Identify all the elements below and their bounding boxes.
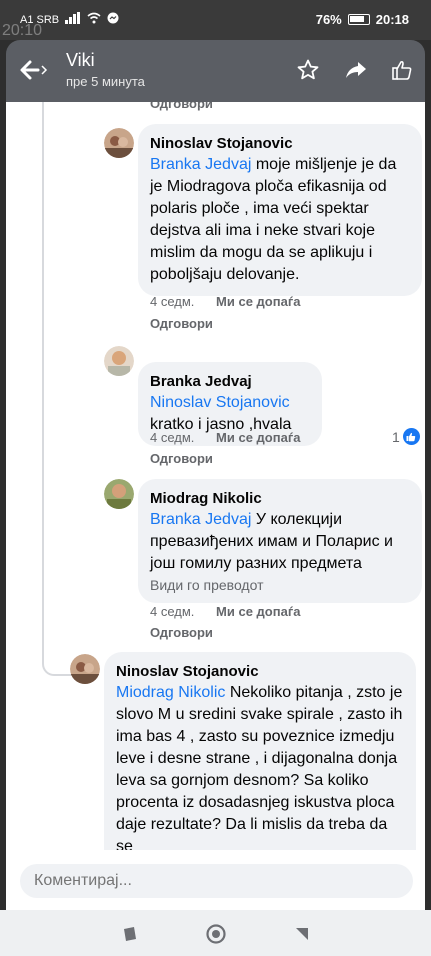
comment-bubble: Ninoslav Stojanovic Miodrag Nikolic Neko… (104, 652, 416, 850)
battery-percent: 76% (315, 12, 342, 27)
reply-link[interactable]: Одговори (150, 102, 213, 111)
back-icon[interactable] (288, 920, 316, 948)
app-frame: 20:10 A1 SRB 76% 20:18 Viki пре 5 минута (0, 0, 431, 956)
recent-apps-icon[interactable] (116, 920, 144, 948)
status-bar-left: A1 SRB (20, 12, 119, 27)
reply-link[interactable]: Одговори (150, 316, 213, 331)
avatar[interactable] (104, 128, 134, 158)
avatar[interactable] (104, 479, 134, 509)
mention-link[interactable]: Branka Jedvaj (150, 156, 251, 173)
comment-bubble: Ninoslav Stojanovic Branka Jedvaj moje m… (138, 124, 422, 296)
comment-time[interactable]: 4 седм. (150, 294, 194, 309)
like-link[interactable]: Ми се допаѓа (216, 430, 300, 445)
status-bar: 20:10 A1 SRB 76% 20:18 (0, 0, 431, 40)
thread-connector-line (42, 102, 44, 662)
wifi-icon (87, 12, 101, 27)
reply-link[interactable]: Одговори (150, 625, 213, 640)
battery-icon (347, 14, 370, 25)
app-header: Viki пре 5 минута (6, 40, 425, 102)
avatar[interactable] (104, 346, 134, 376)
mention-link[interactable]: Branka Jedvaj (150, 511, 251, 528)
messenger-notification-icon (107, 12, 119, 27)
comment-author[interactable]: Ninoslav Stojanovic (116, 662, 404, 682)
see-translation-link[interactable]: Види го преводот (150, 577, 410, 593)
signal-icon (65, 12, 81, 27)
comment-text: Nekoliko pitanja , zsto je slovo M u sre… (116, 684, 403, 850)
mention-link[interactable]: Ninoslav Stojanovic (150, 394, 290, 411)
like-link[interactable]: Ми се допаѓа (216, 294, 300, 309)
home-icon[interactable] (202, 920, 230, 948)
comment-bubble: Miodrag Nikolic Branka Jedvaj У колекциј… (138, 479, 422, 603)
comment-meta: 4 седм. Ми се допаѓа (150, 430, 300, 445)
share-arrow-icon[interactable] (342, 56, 370, 84)
reply-link[interactable]: Одговори (150, 451, 213, 466)
like-link[interactable]: Ми се допаѓа (216, 604, 300, 619)
thumbs-up-icon[interactable] (388, 56, 416, 84)
reaction-count-number: 1 (392, 428, 400, 445)
mention-link[interactable]: Miodrag Nikolic (116, 684, 225, 701)
carrier-label: A1 SRB (20, 13, 60, 26)
back-arrow-icon[interactable] (16, 58, 50, 82)
comment-author[interactable]: Ninoslav Stojanovic (150, 134, 410, 154)
status-bar-right: 76% 20:18 (316, 12, 409, 27)
post-timestamp: пре 5 минута (66, 74, 145, 89)
comment-author[interactable]: Miodrag Nikolic (150, 489, 410, 509)
comments-thread: Одговори Ninoslav Stojanovic Branka Jedv… (6, 102, 425, 850)
star-icon[interactable] (294, 56, 322, 84)
comment-time[interactable]: 4 седм. (150, 430, 194, 445)
comment-meta: 4 седм. Ми се допаѓа (150, 604, 300, 619)
comment-composer (6, 850, 425, 910)
clock: 20:18 (375, 12, 409, 27)
comment-meta: 4 седм. Ми се допаѓа (150, 294, 300, 309)
comment-text: moje mišljenje je da je Miodragova ploča… (150, 156, 397, 283)
like-reaction-icon (402, 428, 420, 445)
reaction-count[interactable]: 1 (392, 428, 420, 445)
avatar[interactable] (70, 654, 100, 684)
comment-author[interactable]: Branka Jedvaj (150, 372, 310, 392)
comment-time[interactable]: 4 седм. (150, 604, 194, 619)
comment-input[interactable] (20, 864, 413, 898)
system-nav-bar (0, 910, 431, 956)
post-author-title[interactable]: Viki (66, 50, 95, 71)
